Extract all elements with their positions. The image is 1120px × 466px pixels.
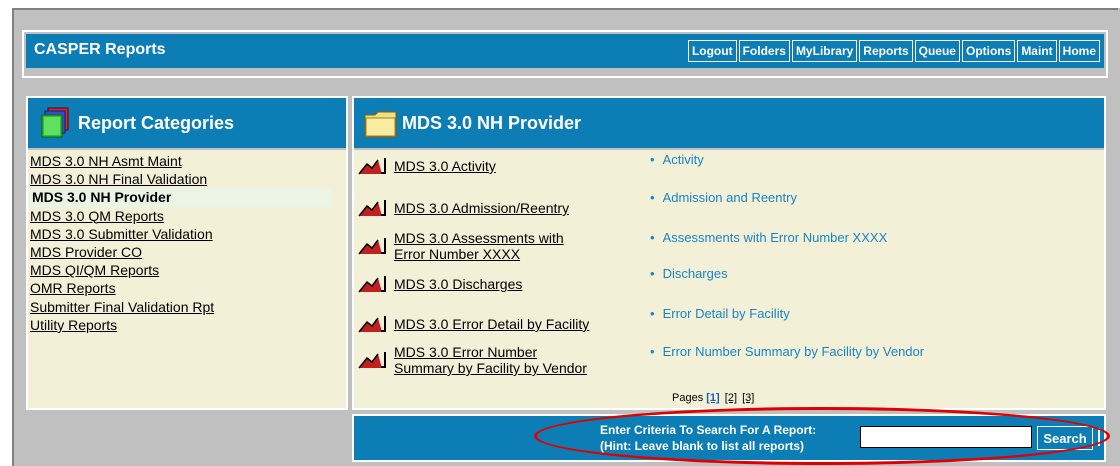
report-row: MDS 3.0 Error Detail by Facility (358, 314, 589, 334)
top-strip (0, 0, 1120, 8)
category-item-qi-qm-reports[interactable]: MDS QI/QM Reports (30, 261, 346, 279)
report-categories-title: Report Categories (78, 113, 235, 133)
report-chart-icon (358, 316, 386, 333)
report-chart-icon (358, 200, 386, 217)
provider-reports-header: MDS 3.0 NH Provider (354, 98, 1104, 150)
stacked-folders-icon (41, 107, 69, 138)
report-row: MDS 3.0 Assessments with Error Number XXX… (358, 230, 564, 262)
report-link-assessments-error-number[interactable]: MDS 3.0 Assessments with Error Number XXX… (394, 230, 564, 262)
report-chart-icon (358, 158, 386, 175)
report-row: MDS 3.0 Admission/Reentry (358, 198, 569, 218)
category-item-submitter-validation[interactable]: MDS 3.0 Submitter Validation (30, 225, 346, 243)
home-button[interactable]: Home (1058, 40, 1100, 62)
folders-button[interactable]: Folders (738, 40, 790, 62)
nav-bar: Logout Folders MyLibrary Reports Queue O… (687, 40, 1100, 62)
bullet-link-assessments-error-number[interactable]: Assessments with Error Number XXXX (650, 230, 888, 245)
pages-label: Pages (672, 392, 704, 404)
app-title: CASPER Reports (34, 41, 166, 58)
mylibrary-button[interactable]: MyLibrary (791, 40, 858, 62)
category-item-nh-final-validation[interactable]: MDS 3.0 NH Final Validation (30, 170, 346, 188)
search-label-line1: Enter Criteria To Search For A Report: (600, 423, 817, 437)
bullet-link-discharges[interactable]: Discharges (650, 266, 728, 281)
bullet-link-admission-reentry[interactable]: Admission and Reentry (650, 190, 797, 205)
category-item-submitter-final-validation[interactable]: Submitter Final Validation Rpt (30, 298, 346, 316)
search-label: Enter Criteria To Search For A Report: (… (600, 422, 816, 454)
page-link-2[interactable]: [2] (725, 392, 737, 404)
folder-icon (364, 111, 397, 138)
pagination: Pages [1] [2] [3] (672, 392, 756, 404)
provider-reports-title: MDS 3.0 NH Provider (402, 113, 582, 133)
category-item-nh-provider[interactable]: MDS 3.0 NH Provider (28, 188, 332, 207)
page-link-3[interactable]: [3] (742, 392, 754, 404)
category-list: MDS 3.0 NH Asmt Maint MDS 3.0 NH Final V… (28, 150, 346, 334)
report-link-discharges[interactable]: MDS 3.0 Discharges (394, 276, 522, 292)
options-button[interactable]: Options (961, 40, 1016, 62)
report-categories-panel: Report Categories MDS 3.0 NH Asmt Maint … (26, 96, 348, 410)
maint-button[interactable]: Maint (1017, 40, 1057, 62)
report-link-admission-reentry[interactable]: MDS 3.0 Admission/Reentry (394, 200, 569, 216)
category-item-provider-co[interactable]: MDS Provider CO (30, 243, 346, 261)
category-item-utility-reports[interactable]: Utility Reports (30, 316, 346, 334)
report-search-bar: Enter Criteria To Search For A Report: (… (352, 414, 1106, 462)
report-row: MDS 3.0 Error Number Summary by Facility … (358, 344, 587, 376)
report-chart-icon (358, 276, 386, 293)
search-hint: (Hint: Leave blank to list all reports) (600, 439, 805, 453)
report-chart-icon (358, 352, 386, 369)
report-link-error-number-summary[interactable]: MDS 3.0 Error Number Summary by Facility … (394, 344, 587, 376)
report-row: MDS 3.0 Activity (358, 156, 496, 176)
queue-button[interactable]: Queue (914, 40, 960, 62)
category-item-qm-reports[interactable]: MDS 3.0 QM Reports (30, 207, 346, 225)
bullet-link-error-number-summary[interactable]: Error Number Summary by Facility by Vend… (650, 344, 925, 359)
search-button[interactable]: Search (1037, 426, 1093, 450)
left-edge (0, 8, 12, 466)
report-categories-header: Report Categories (28, 98, 346, 150)
page-link-1[interactable]: [1] (706, 392, 719, 404)
category-item-nh-asmt-maint[interactable]: MDS 3.0 NH Asmt Maint (30, 152, 346, 170)
category-item-omr-reports[interactable]: OMR Reports (30, 279, 346, 297)
report-link-activity[interactable]: MDS 3.0 Activity (394, 158, 496, 174)
search-bar-edge (1098, 428, 1100, 446)
app-header: CASPER Reports Logout Folders MyLibrary … (26, 34, 1104, 68)
logout-button[interactable]: Logout (687, 40, 737, 62)
provider-reports-panel: MDS 3.0 NH Provider MDS 3.0 Activity MDS… (352, 96, 1106, 410)
search-input[interactable] (860, 426, 1032, 448)
report-link-error-detail-facility[interactable]: MDS 3.0 Error Detail by Facility (394, 316, 589, 332)
report-chart-icon (358, 238, 386, 255)
bullet-link-activity[interactable]: Activity (650, 152, 704, 167)
report-row: MDS 3.0 Discharges (358, 274, 522, 294)
reports-button[interactable]: Reports (859, 40, 913, 62)
bullet-link-error-detail-facility[interactable]: Error Detail by Facility (650, 306, 790, 321)
